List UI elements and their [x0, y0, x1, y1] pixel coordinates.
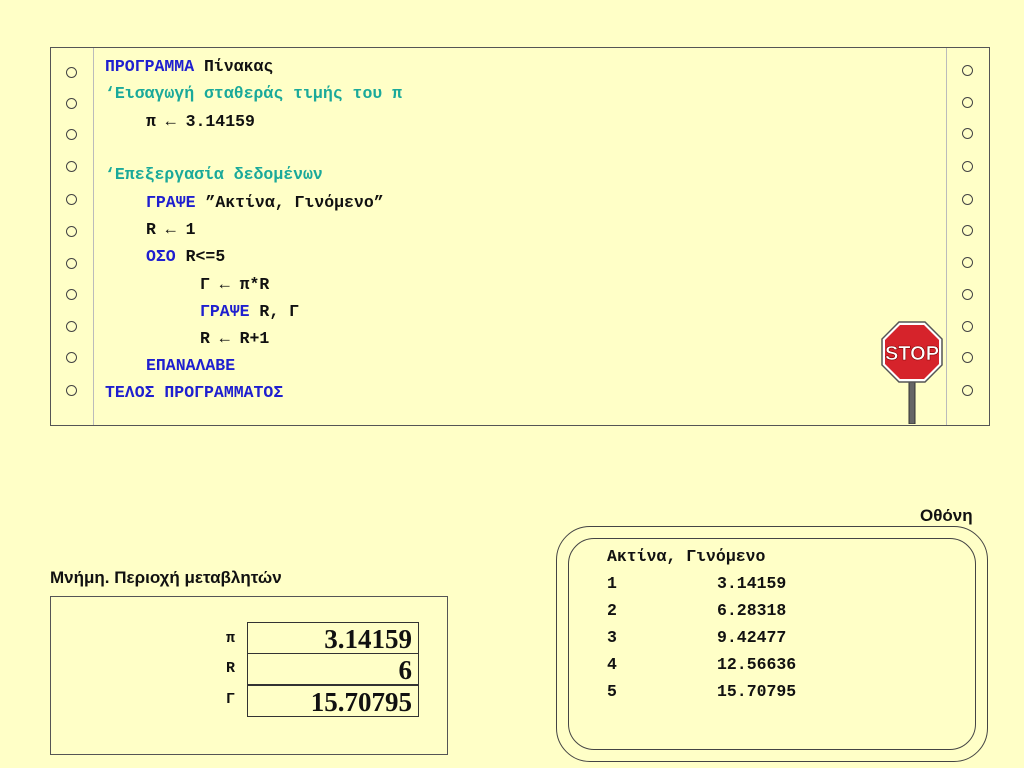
var-value-box: 15.70795 [247, 685, 419, 717]
hole-icon [962, 194, 973, 205]
code-line: R ← 1 [146, 220, 196, 239]
hole-icon [66, 67, 77, 78]
code-text: R<=5 [175, 247, 226, 266]
output-r: 4 [607, 655, 617, 674]
keyword: ΟΣΟ [146, 247, 176, 266]
hole-icon [66, 98, 77, 109]
code-line: ΓΡΑΨΕ ”Ακτίνα, Γινόμενο” [146, 193, 384, 213]
output-r: 1 [607, 574, 617, 593]
var-name: R [226, 660, 236, 677]
keyword: ΓΡΑΨΕ [146, 193, 196, 212]
var-name: Γ [226, 691, 236, 708]
output-row: 2 6.28318 [607, 597, 786, 624]
code-text: R, Γ [249, 302, 300, 321]
hole-icon [962, 225, 973, 236]
code-line: R ← R+1 [200, 329, 270, 348]
hole-icon [66, 385, 77, 396]
hole-icon [962, 128, 973, 139]
hole-icon [962, 65, 973, 76]
hole-icon [962, 385, 973, 396]
code-panel: ΠΡΟΓΡΑΜΜΑ Πίνακας ‘Εισαγωγή σταθεράς τιμ… [50, 47, 990, 426]
stop-sign-icon: STOP [881, 321, 943, 424]
screen-title: Οθόνη [920, 506, 973, 525]
output-text: Ακτίνα, Γινόμενο 1 3.14159 2 6.28318 3 9.42… [607, 543, 796, 705]
output-r: 2 [607, 601, 617, 620]
code-keyword-line: ΤΕΛΟΣ ΠΡΟΓΡΑΜΜΑΤΟΣ [105, 383, 284, 402]
output-row: 5 15.70795 [607, 678, 796, 705]
output-g: 3.14159 [717, 574, 787, 593]
code-line: ΠΡΟΓΡΑΜΜΑ Πίνακας [105, 57, 273, 77]
code-keyword-line: ΕΠΑΝΑΛΑΒΕ [146, 356, 236, 375]
output-r: 5 [607, 682, 617, 701]
hole-icon [66, 226, 77, 237]
var-value-box: 3.14159 [247, 622, 419, 654]
hole-icon [66, 129, 77, 140]
code-comment: ‘Επεξεργασία δεδομένων [105, 165, 323, 184]
code-text: Πίνακας [194, 57, 274, 76]
hole-icon [66, 321, 77, 332]
memory-title: Μνήμη. Περιοχή μεταβλητών [50, 568, 282, 587]
output-g: 9.42477 [717, 628, 787, 647]
output-g: 15.70795 [717, 682, 797, 701]
var-value-box: 6 [247, 653, 419, 685]
stop-sign-text: STOP [885, 343, 939, 365]
output-row: 3 9.42477 [607, 624, 786, 651]
hole-icon [66, 194, 77, 205]
keyword: ΓΡΑΨΕ [200, 302, 250, 321]
code-line: ΓΡΑΨΕ R, Γ [200, 302, 299, 322]
code-line: ΟΣΟ R<=5 [146, 247, 225, 267]
memory-panel: π 3.14159 R 6 Γ 15.70795 [50, 596, 448, 755]
output-r: 3 [607, 628, 617, 647]
hole-icon [962, 97, 973, 108]
keyword: ΠΡΟΓΡΑΜΜΑ [105, 57, 195, 76]
hole-icon [962, 321, 973, 332]
output-g: 12.56636 [717, 655, 797, 674]
hole-icon [962, 289, 973, 300]
code-line: Γ ← π*R [200, 275, 270, 294]
output-row: 1 3.14159 [607, 570, 786, 597]
output-g: 6.28318 [717, 601, 787, 620]
hole-icon [66, 161, 77, 172]
output-header: Ακτίνα, Γινόμενο [607, 547, 766, 566]
hole-icon [962, 352, 973, 363]
hole-icon [66, 289, 77, 300]
hole-icon [66, 258, 77, 269]
output-row: 4 12.56636 [607, 651, 796, 678]
code-line: π ← 3.14159 [146, 112, 255, 131]
var-name: π [226, 630, 236, 647]
left-perforation [51, 48, 94, 425]
code-comment: ‘Εισαγωγή σταθεράς τιμής του π [105, 84, 403, 103]
output-screen: Ακτίνα, Γινόμενο 1 3.14159 2 6.28318 3 9.42… [556, 526, 988, 762]
hole-icon [962, 257, 973, 268]
hole-icon [962, 161, 973, 172]
hole-icon [66, 352, 77, 363]
right-perforation [946, 48, 989, 425]
code-text: ”Ακτίνα, Γινόμενο” [195, 193, 384, 212]
